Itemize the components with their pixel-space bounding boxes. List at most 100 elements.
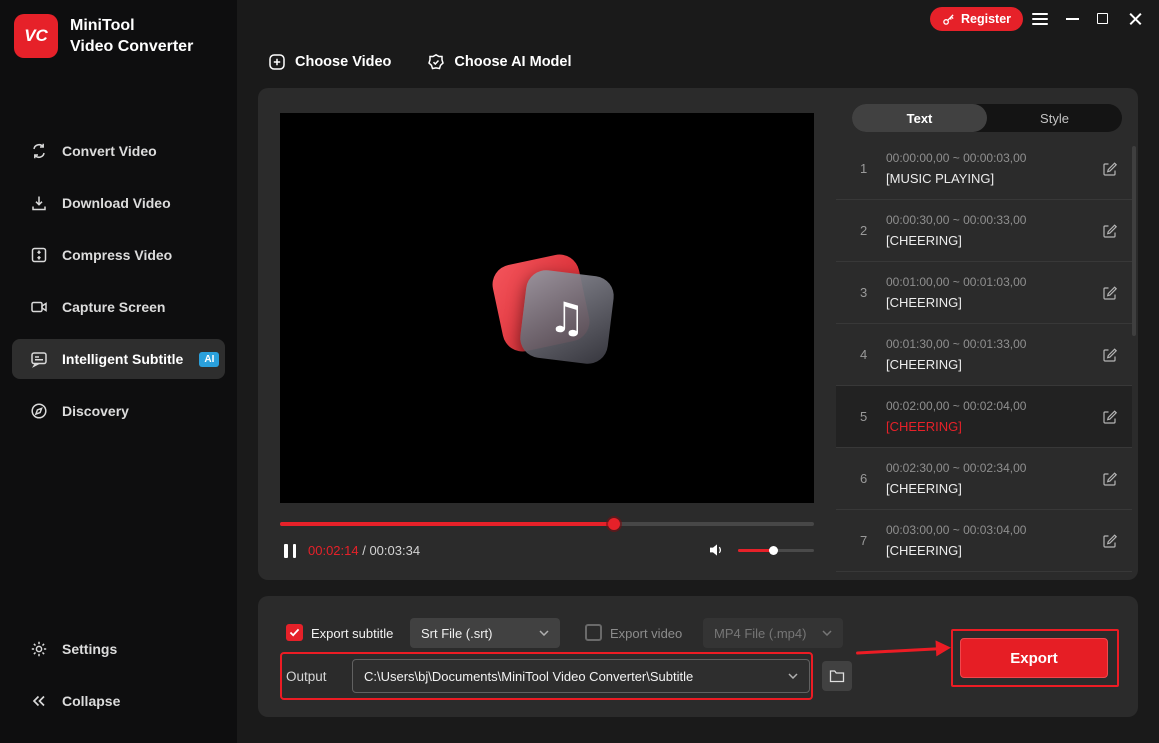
app-title-line1: MiniTool bbox=[70, 15, 193, 36]
volume-fill bbox=[738, 549, 773, 552]
subtitle-timecode: 00:00:30,00 ~ 00:00:33,00 bbox=[886, 213, 1088, 227]
video-format-dropdown[interactable]: MP4 File (.mp4) bbox=[703, 618, 843, 648]
subtitle-timecode: 00:00:00,00 ~ 00:00:03,00 bbox=[886, 151, 1088, 165]
subtitle-index: 4 bbox=[860, 347, 872, 362]
sidebar-item-download-video[interactable]: Download Video bbox=[12, 183, 225, 223]
subtitle-index: 7 bbox=[860, 533, 872, 548]
edit-subtitle-icon[interactable] bbox=[1102, 161, 1118, 177]
export-video-checkbox[interactable] bbox=[585, 624, 602, 641]
subtitle-index: 6 bbox=[860, 471, 872, 486]
sidebar-item-label: Capture Screen bbox=[62, 299, 165, 315]
edit-subtitle-icon[interactable] bbox=[1102, 409, 1118, 425]
ai-model-badge-icon bbox=[427, 53, 445, 71]
export-subtitle-label[interactable]: Export subtitle bbox=[311, 626, 393, 641]
minimize-button[interactable] bbox=[1066, 18, 1079, 20]
close-button[interactable] bbox=[1128, 11, 1143, 26]
subtitle-timecode: 00:01:00,00 ~ 00:01:03,00 bbox=[886, 275, 1088, 289]
tab-style[interactable]: Style bbox=[987, 104, 1122, 132]
edit-subtitle-icon[interactable] bbox=[1102, 533, 1118, 549]
export-button-label: Export bbox=[1010, 650, 1058, 667]
subtitle-row[interactable]: 4 00:01:30,00 ~ 00:01:33,00 [CHEERING] bbox=[836, 324, 1132, 386]
current-time: 00:02:14 bbox=[308, 543, 359, 558]
browse-folder-button[interactable] bbox=[822, 661, 852, 691]
subtitle-text: [CHEERING] bbox=[886, 481, 1088, 496]
audio-placeholder: ♫ bbox=[518, 268, 616, 366]
export-video-label[interactable]: Export video bbox=[610, 626, 682, 641]
chevron-down-icon bbox=[539, 630, 549, 636]
pause-button[interactable] bbox=[284, 544, 296, 558]
subtitle-format-value: Srt File (.srt) bbox=[421, 626, 493, 641]
video-preview[interactable]: ♫ bbox=[280, 113, 814, 503]
register-button[interactable]: Register bbox=[930, 7, 1023, 31]
subtitle-text: [CHEERING] bbox=[886, 419, 1088, 434]
total-time: 00:03:34 bbox=[369, 543, 420, 558]
subtitle-index: 3 bbox=[860, 285, 872, 300]
maximize-button[interactable] bbox=[1097, 13, 1108, 24]
app-logo-icon: VC bbox=[14, 14, 58, 58]
sidebar-collapse-button[interactable]: Collapse bbox=[12, 681, 225, 721]
plus-circle-icon bbox=[268, 53, 286, 71]
output-path-value: C:\Users\bj\Documents\MiniTool Video Con… bbox=[364, 669, 693, 684]
sidebar-item-intelligent-subtitle[interactable]: Intelligent Subtitle AI bbox=[12, 339, 225, 379]
edit-subtitle-icon[interactable] bbox=[1102, 223, 1118, 239]
menu-icon[interactable] bbox=[1032, 13, 1048, 25]
subtitle-row[interactable]: 7 00:03:00,00 ~ 00:03:04,00 [CHEERING] bbox=[836, 510, 1132, 572]
workflow-tabs: Choose Video Choose AI Model bbox=[268, 53, 572, 71]
edit-subtitle-icon[interactable] bbox=[1102, 285, 1118, 301]
subtitle-row[interactable]: 2 00:00:30,00 ~ 00:00:33,00 [CHEERING] bbox=[836, 200, 1132, 262]
time-display: 00:02:14 / 00:03:34 bbox=[308, 543, 420, 558]
app-title-line2: Video Converter bbox=[70, 36, 193, 57]
subtitle-text: [CHEERING] bbox=[886, 233, 1088, 248]
subtitle-text: [CHEERING] bbox=[886, 295, 1088, 310]
output-path-dropdown[interactable]: C:\Users\bj\Documents\MiniTool Video Con… bbox=[352, 659, 810, 693]
subtitle-row-current[interactable]: 5 00:02:00,00 ~ 00:02:04,00 [CHEERING] bbox=[836, 386, 1132, 448]
sidebar-item-label: Intelligent Subtitle bbox=[62, 351, 183, 367]
export-button[interactable]: Export bbox=[960, 638, 1108, 678]
subtitle-timecode: 00:01:30,00 ~ 00:01:33,00 bbox=[886, 337, 1088, 351]
tab-text[interactable]: Text bbox=[852, 104, 987, 132]
sidebar-item-settings[interactable]: Settings bbox=[12, 629, 225, 669]
convert-icon bbox=[30, 142, 48, 160]
volume-slider[interactable] bbox=[738, 549, 814, 552]
sidebar-item-compress-video[interactable]: Compress Video bbox=[12, 235, 225, 275]
tab-choose-ai-model[interactable]: Choose AI Model bbox=[427, 53, 571, 71]
preview-and-subtitles-panel: ♫ 00:02:14 / 00:03:34 Text Style 1 00:00… bbox=[258, 88, 1138, 580]
subtitle-index: 2 bbox=[860, 223, 872, 238]
volume-handle[interactable] bbox=[769, 546, 778, 555]
capture-icon bbox=[30, 298, 48, 316]
volume-icon[interactable] bbox=[708, 543, 726, 557]
app-logo: VC MiniTool Video Converter bbox=[14, 14, 193, 58]
subtitle-icon bbox=[30, 350, 48, 368]
subtitle-row[interactable]: 3 00:01:00,00 ~ 00:01:03,00 [CHEERING] bbox=[836, 262, 1132, 324]
sidebar-item-discovery[interactable]: Discovery bbox=[12, 391, 225, 431]
subtitle-tabbar: Text Style bbox=[852, 104, 1122, 132]
sidebar-item-capture-screen[interactable]: Capture Screen bbox=[12, 287, 225, 327]
music-note-icon: ♫ bbox=[548, 293, 586, 342]
subtitle-row[interactable]: 6 00:02:30,00 ~ 00:02:34,00 [CHEERING] bbox=[836, 448, 1132, 510]
sidebar-item-convert-video[interactable]: Convert Video bbox=[12, 131, 225, 171]
playback-progress-bar[interactable] bbox=[280, 522, 814, 526]
export-subtitle-checkbox[interactable] bbox=[286, 624, 303, 641]
tab-choose-video[interactable]: Choose Video bbox=[268, 53, 391, 71]
subtitle-row[interactable]: 1 00:00:00,00 ~ 00:00:03,00 [MUSIC PLAYI… bbox=[836, 138, 1132, 200]
app-title: MiniTool Video Converter bbox=[70, 15, 193, 57]
playback-progress-handle[interactable] bbox=[608, 518, 620, 530]
subtitle-list: 1 00:00:00,00 ~ 00:00:03,00 [MUSIC PLAYI… bbox=[836, 138, 1132, 572]
subtitle-text: [CHEERING] bbox=[886, 543, 1088, 558]
subtitle-timecode: 00:02:30,00 ~ 00:02:34,00 bbox=[886, 461, 1088, 475]
chevron-down-icon bbox=[788, 673, 798, 679]
subtitle-format-dropdown[interactable]: Srt File (.srt) bbox=[410, 618, 560, 648]
subtitle-text: [MUSIC PLAYING] bbox=[886, 171, 1088, 186]
minitool-video-converter-window: { "titlebar": { "register_label": "Regis… bbox=[0, 0, 1159, 743]
export-panel: Export subtitle Srt File (.srt) Export v… bbox=[258, 596, 1138, 717]
edit-subtitle-icon[interactable] bbox=[1102, 471, 1118, 487]
key-icon bbox=[942, 13, 955, 26]
download-icon bbox=[30, 194, 48, 212]
subtitle-index: 5 bbox=[860, 409, 872, 424]
subtitle-timecode: 00:03:00,00 ~ 00:03:04,00 bbox=[886, 523, 1088, 537]
subtitle-text: [CHEERING] bbox=[886, 357, 1088, 372]
edit-subtitle-icon[interactable] bbox=[1102, 347, 1118, 363]
discovery-icon bbox=[30, 402, 48, 420]
output-label: Output bbox=[286, 669, 327, 684]
subtitle-scrollbar[interactable] bbox=[1132, 146, 1136, 336]
